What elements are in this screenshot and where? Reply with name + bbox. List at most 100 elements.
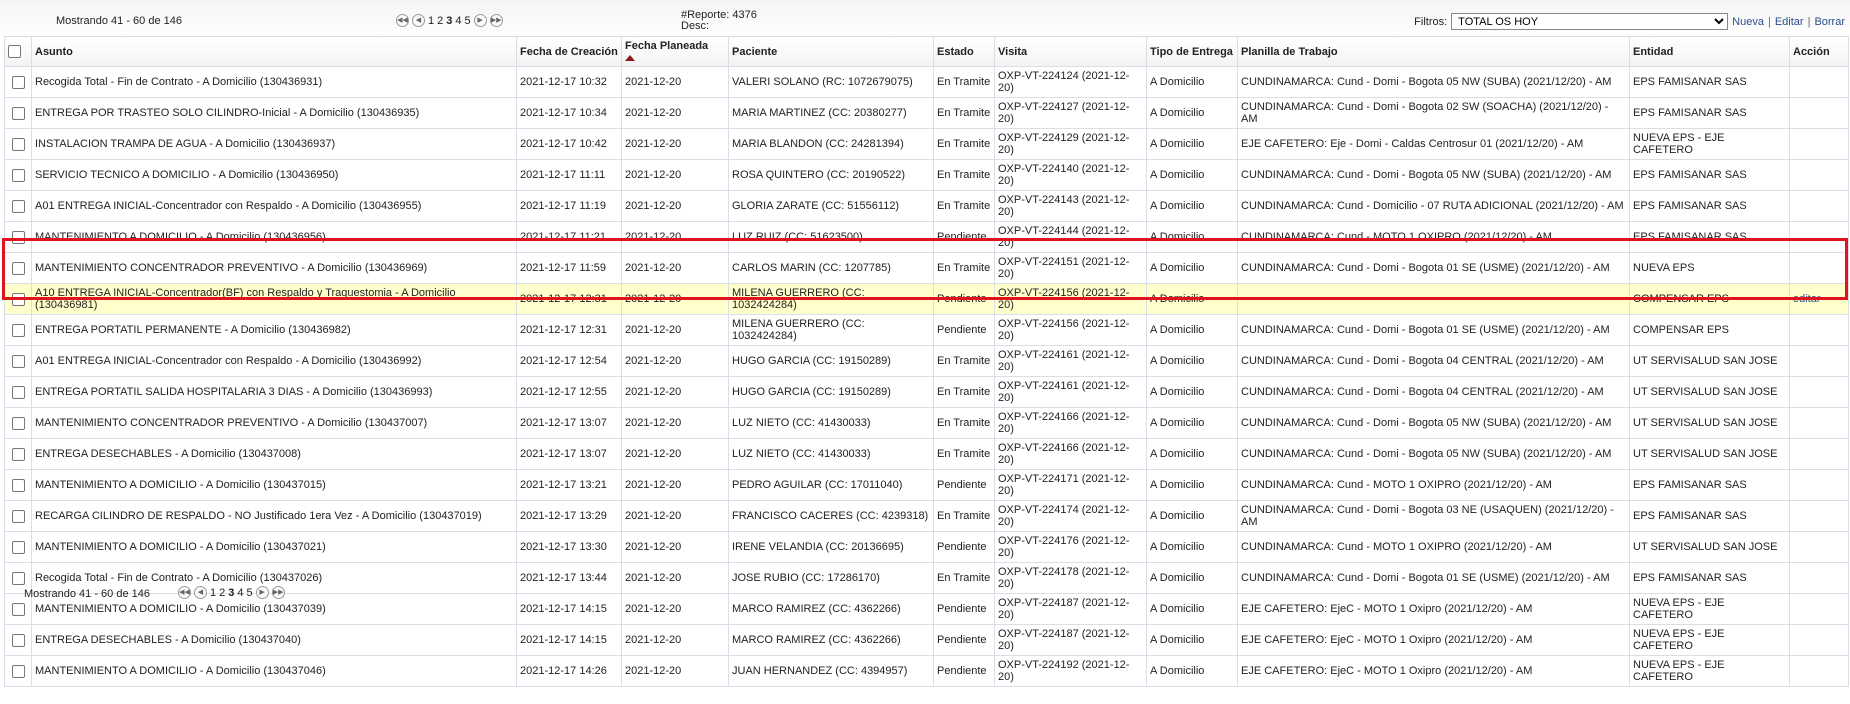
cell-entidad: NUEVA EPS - EJE CAFETERO [1629, 128, 1790, 160]
page-link-4[interactable]: 4 [455, 15, 461, 27]
records-count-top: Mostrando 41 - 60 de 146 [56, 15, 182, 27]
page-link-2[interactable]: 2 [437, 15, 443, 27]
first-page-icon[interactable]: ◀◀ [396, 14, 409, 27]
table-row[interactable]: MANTENIMIENTO CONCENTRADOR PREVENTIVO - … [4, 407, 1849, 439]
last-page-icon[interactable]: ▶▶ [489, 14, 503, 27]
page-link-2[interactable]: 2 [219, 587, 225, 599]
nueva-filter-link[interactable]: Nueva [1732, 16, 1764, 28]
cell-tipo-entrega: A Domicilio [1146, 438, 1238, 470]
row-checkbox[interactable] [11, 540, 25, 554]
row-checkbox[interactable] [11, 137, 25, 151]
cell-fecha-planeada: 2021-12-20 [621, 252, 729, 284]
row-checkbox[interactable] [11, 509, 25, 523]
page-link-4[interactable]: 4 [237, 587, 243, 599]
cell-entidad: EPS FAMISANAR SAS [1629, 221, 1790, 253]
row-checkbox[interactable] [11, 261, 25, 275]
cell-paciente: ROSA QUINTERO (CC: 20190522) [728, 159, 934, 191]
cell-asunto: Recogida Total - Fin de Contrato - A Dom… [31, 66, 517, 98]
header-fecha-creacion[interactable]: Fecha de Creación [516, 36, 622, 67]
table-row[interactable]: A01 ENTREGA INICIAL-Concentrador con Res… [4, 345, 1849, 377]
row-checkbox[interactable] [11, 292, 25, 306]
row-checkbox[interactable] [11, 199, 25, 213]
row-select-cell [4, 221, 32, 253]
row-checkbox[interactable] [11, 447, 25, 461]
table-row[interactable]: ENTREGA DESECHABLES - A Domicilio (13043… [4, 624, 1849, 656]
cell-tipo-entrega: A Domicilio [1146, 469, 1238, 501]
prev-page-icon[interactable]: ◀ [194, 586, 207, 599]
filter-select[interactable]: TOTAL OS HOY [1451, 13, 1729, 30]
row-checkbox[interactable] [11, 168, 25, 182]
row-checkbox[interactable] [11, 106, 25, 120]
table-row[interactable]: ENTREGA PORTATIL PERMANENTE - A Domicili… [4, 314, 1849, 346]
table-row[interactable]: ENTREGA PORTATIL SALIDA HOSPITALARIA 3 D… [4, 376, 1849, 408]
next-page-icon[interactable]: ▶ [473, 14, 487, 27]
cell-tipo-entrega: A Domicilio [1146, 345, 1238, 377]
prev-page-icon[interactable]: ◀ [412, 14, 425, 27]
table-row[interactable]: MANTENIMIENTO A DOMICILIO - A Domicilio … [4, 221, 1849, 253]
cell-paciente: PEDRO AGUILAR (CC: 17011040) [728, 469, 934, 501]
first-page-icon[interactable]: ◀◀ [178, 586, 191, 599]
row-checkbox[interactable] [11, 478, 25, 492]
page-link-1[interactable]: 1 [210, 587, 216, 599]
cell-accion [1789, 438, 1849, 470]
row-checkbox[interactable] [11, 571, 25, 585]
cell-accion [1789, 407, 1849, 439]
cell-fecha-planeada: 2021-12-20 [621, 469, 729, 501]
cell-accion [1789, 376, 1849, 408]
header-planilla[interactable]: Planilla de Trabajo [1237, 36, 1630, 67]
cell-asunto: ENTREGA PORTATIL PERMANENTE - A Domicili… [31, 314, 517, 346]
row-checkbox[interactable] [11, 354, 25, 368]
header-entidad[interactable]: Entidad [1629, 36, 1790, 67]
cell-accion [1789, 190, 1849, 222]
cell-accion [1789, 345, 1849, 377]
header-visita[interactable]: Visita [994, 36, 1147, 67]
cell-fecha-creacion: 2021-12-17 10:34 [516, 97, 622, 129]
cell-asunto: RECARGA CILINDRO DE RESPALDO - NO Justif… [31, 500, 517, 532]
page-link-5[interactable]: 5 [247, 587, 253, 599]
page-link-3[interactable]: 3 [446, 15, 452, 27]
row-checkbox[interactable] [11, 75, 25, 89]
page-link-1[interactable]: 1 [428, 15, 434, 27]
cell-paciente: LUZ NIETO (CC: 41430033) [728, 407, 934, 439]
row-checkbox[interactable] [11, 633, 25, 647]
cell-planilla: CUNDINAMARCA: Cund - Domi - Bogota 05 NW… [1237, 66, 1630, 98]
cell-visita: OXP-VT-224161 (2021-12-20) [994, 345, 1147, 377]
table-row[interactable]: MANTENIMIENTO A DOMICILIO - A Domicilio … [4, 469, 1849, 501]
row-select-cell [4, 159, 32, 191]
last-page-icon[interactable]: ▶▶ [271, 586, 285, 599]
row-checkbox[interactable] [11, 664, 25, 678]
editar-row-link[interactable]: editar [1793, 293, 1821, 305]
cell-fecha-creacion: 2021-12-17 14:15 [516, 593, 622, 625]
row-select-cell [4, 283, 32, 315]
table-row[interactable]: RECARGA CILINDRO DE RESPALDO - NO Justif… [4, 500, 1849, 532]
table-row[interactable]: SERVICIO TECNICO A DOMICILIO - A Domicil… [4, 159, 1849, 191]
table-row[interactable]: Recogida Total - Fin de Contrato - A Dom… [4, 66, 1849, 98]
borrar-filter-link[interactable]: Borrar [1814, 16, 1845, 28]
cell-fecha-creacion: 2021-12-17 14:15 [516, 624, 622, 656]
row-checkbox[interactable] [11, 230, 25, 244]
table-row[interactable]: MANTENIMIENTO CONCENTRADOR PREVENTIVO - … [4, 252, 1849, 284]
row-checkbox[interactable] [11, 602, 25, 616]
cell-accion [1789, 531, 1849, 563]
row-checkbox[interactable] [11, 416, 25, 430]
table-row[interactable]: INSTALACION TRAMPA DE AGUA - A Domicilio… [4, 128, 1849, 160]
editar-filter-link[interactable]: Editar [1775, 16, 1804, 28]
header-tipo-entrega[interactable]: Tipo de Entrega [1146, 36, 1238, 67]
cell-planilla: CUNDINAMARCA: Cund - Domi - Bogota 05 NW… [1237, 159, 1630, 191]
header-paciente[interactable]: Paciente [728, 36, 934, 67]
page-link-3[interactable]: 3 [228, 587, 234, 599]
table-row[interactable]: ENTREGA POR TRASTEO SOLO CILINDRO-Inicia… [4, 97, 1849, 129]
page-link-5[interactable]: 5 [465, 15, 471, 27]
header-estado[interactable]: Estado [933, 36, 995, 67]
select-all-checkbox[interactable] [8, 45, 21, 58]
header-fecha-planeada[interactable]: Fecha Planeada [621, 36, 729, 67]
row-checkbox[interactable] [11, 385, 25, 399]
table-row[interactable]: ENTREGA DESECHABLES - A Domicilio (13043… [4, 438, 1849, 470]
header-asunto[interactable]: Asunto [31, 36, 517, 67]
table-row[interactable]: A10 ENTREGA INICIAL-Concentrador(BF) con… [4, 283, 1849, 315]
next-page-icon[interactable]: ▶ [255, 586, 269, 599]
table-row[interactable]: A01 ENTREGA INICIAL-Concentrador con Res… [4, 190, 1849, 222]
table-row[interactable]: MANTENIMIENTO A DOMICILIO - A Domicilio … [4, 531, 1849, 563]
row-checkbox[interactable] [11, 323, 25, 337]
table-row[interactable]: MANTENIMIENTO A DOMICILIO - A Domicilio … [4, 655, 1849, 687]
